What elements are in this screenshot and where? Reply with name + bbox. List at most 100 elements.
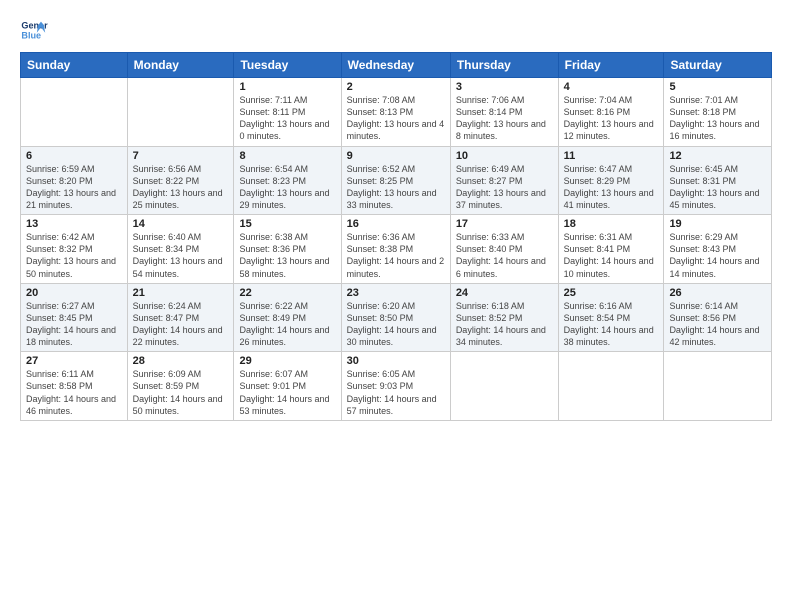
calendar-cell: 24Sunrise: 6:18 AM Sunset: 8:52 PM Dayli… (450, 283, 558, 352)
calendar-cell: 3Sunrise: 7:06 AM Sunset: 8:14 PM Daylig… (450, 78, 558, 147)
day-number: 2 (347, 81, 445, 93)
calendar-cell: 14Sunrise: 6:40 AM Sunset: 8:34 PM Dayli… (127, 215, 234, 284)
day-number: 14 (133, 218, 229, 230)
day-number: 11 (564, 150, 659, 162)
day-number: 27 (26, 355, 122, 367)
day-info: Sunrise: 7:08 AM Sunset: 8:13 PM Dayligh… (347, 94, 445, 143)
svg-text:Blue: Blue (21, 30, 41, 40)
day-number: 13 (26, 218, 122, 230)
calendar-cell: 10Sunrise: 6:49 AM Sunset: 8:27 PM Dayli… (450, 146, 558, 215)
day-info: Sunrise: 6:56 AM Sunset: 8:22 PM Dayligh… (133, 163, 229, 212)
day-number: 5 (669, 81, 766, 93)
calendar-cell: 13Sunrise: 6:42 AM Sunset: 8:32 PM Dayli… (21, 215, 128, 284)
day-number: 8 (239, 150, 335, 162)
calendar-cell (664, 352, 772, 421)
calendar-cell: 30Sunrise: 6:05 AM Sunset: 9:03 PM Dayli… (341, 352, 450, 421)
calendar-cell (450, 352, 558, 421)
day-number: 21 (133, 287, 229, 299)
day-info: Sunrise: 6:27 AM Sunset: 8:45 PM Dayligh… (26, 300, 122, 349)
calendar-cell: 28Sunrise: 6:09 AM Sunset: 8:59 PM Dayli… (127, 352, 234, 421)
calendar-cell: 21Sunrise: 6:24 AM Sunset: 8:47 PM Dayli… (127, 283, 234, 352)
header: General Blue (20, 16, 772, 44)
calendar-cell: 5Sunrise: 7:01 AM Sunset: 8:18 PM Daylig… (664, 78, 772, 147)
day-info: Sunrise: 7:01 AM Sunset: 8:18 PM Dayligh… (669, 94, 766, 143)
calendar-cell: 2Sunrise: 7:08 AM Sunset: 8:13 PM Daylig… (341, 78, 450, 147)
calendar-cell: 23Sunrise: 6:20 AM Sunset: 8:50 PM Dayli… (341, 283, 450, 352)
calendar-cell (558, 352, 664, 421)
day-info: Sunrise: 6:16 AM Sunset: 8:54 PM Dayligh… (564, 300, 659, 349)
day-info: Sunrise: 6:49 AM Sunset: 8:27 PM Dayligh… (456, 163, 553, 212)
day-info: Sunrise: 6:38 AM Sunset: 8:36 PM Dayligh… (239, 231, 335, 280)
day-number: 1 (239, 81, 335, 93)
day-info: Sunrise: 6:59 AM Sunset: 8:20 PM Dayligh… (26, 163, 122, 212)
day-info: Sunrise: 7:04 AM Sunset: 8:16 PM Dayligh… (564, 94, 659, 143)
calendar-cell: 1Sunrise: 7:11 AM Sunset: 8:11 PM Daylig… (234, 78, 341, 147)
calendar-cell: 4Sunrise: 7:04 AM Sunset: 8:16 PM Daylig… (558, 78, 664, 147)
day-info: Sunrise: 6:47 AM Sunset: 8:29 PM Dayligh… (564, 163, 659, 212)
day-number: 12 (669, 150, 766, 162)
calendar-cell: 6Sunrise: 6:59 AM Sunset: 8:20 PM Daylig… (21, 146, 128, 215)
day-info: Sunrise: 6:09 AM Sunset: 8:59 PM Dayligh… (133, 368, 229, 417)
day-number: 15 (239, 218, 335, 230)
day-info: Sunrise: 6:22 AM Sunset: 8:49 PM Dayligh… (239, 300, 335, 349)
day-info: Sunrise: 6:40 AM Sunset: 8:34 PM Dayligh… (133, 231, 229, 280)
calendar-cell: 12Sunrise: 6:45 AM Sunset: 8:31 PM Dayli… (664, 146, 772, 215)
day-number: 16 (347, 218, 445, 230)
weekday-header: Tuesday (234, 53, 341, 78)
calendar-cell: 26Sunrise: 6:14 AM Sunset: 8:56 PM Dayli… (664, 283, 772, 352)
calendar-cell: 16Sunrise: 6:36 AM Sunset: 8:38 PM Dayli… (341, 215, 450, 284)
weekday-header: Saturday (664, 53, 772, 78)
day-info: Sunrise: 7:06 AM Sunset: 8:14 PM Dayligh… (456, 94, 553, 143)
day-number: 10 (456, 150, 553, 162)
calendar-cell: 11Sunrise: 6:47 AM Sunset: 8:29 PM Dayli… (558, 146, 664, 215)
day-info: Sunrise: 6:31 AM Sunset: 8:41 PM Dayligh… (564, 231, 659, 280)
day-number: 17 (456, 218, 553, 230)
day-number: 9 (347, 150, 445, 162)
logo: General Blue (20, 16, 52, 44)
day-info: Sunrise: 6:33 AM Sunset: 8:40 PM Dayligh… (456, 231, 553, 280)
day-info: Sunrise: 6:54 AM Sunset: 8:23 PM Dayligh… (239, 163, 335, 212)
day-number: 26 (669, 287, 766, 299)
day-number: 23 (347, 287, 445, 299)
calendar-cell (21, 78, 128, 147)
calendar-cell: 27Sunrise: 6:11 AM Sunset: 8:58 PM Dayli… (21, 352, 128, 421)
day-number: 29 (239, 355, 335, 367)
page: General Blue SundayMondayTuesdayWednesda… (0, 0, 792, 612)
day-number: 6 (26, 150, 122, 162)
weekday-header: Friday (558, 53, 664, 78)
calendar-cell: 19Sunrise: 6:29 AM Sunset: 8:43 PM Dayli… (664, 215, 772, 284)
calendar-cell: 7Sunrise: 6:56 AM Sunset: 8:22 PM Daylig… (127, 146, 234, 215)
day-info: Sunrise: 6:05 AM Sunset: 9:03 PM Dayligh… (347, 368, 445, 417)
calendar-cell: 17Sunrise: 6:33 AM Sunset: 8:40 PM Dayli… (450, 215, 558, 284)
calendar-cell (127, 78, 234, 147)
weekday-header: Monday (127, 53, 234, 78)
day-number: 28 (133, 355, 229, 367)
logo-icon: General Blue (20, 16, 48, 44)
calendar-cell: 20Sunrise: 6:27 AM Sunset: 8:45 PM Dayli… (21, 283, 128, 352)
day-number: 4 (564, 81, 659, 93)
calendar-cell: 9Sunrise: 6:52 AM Sunset: 8:25 PM Daylig… (341, 146, 450, 215)
calendar-cell: 25Sunrise: 6:16 AM Sunset: 8:54 PM Dayli… (558, 283, 664, 352)
day-number: 30 (347, 355, 445, 367)
day-info: Sunrise: 6:11 AM Sunset: 8:58 PM Dayligh… (26, 368, 122, 417)
day-info: Sunrise: 6:42 AM Sunset: 8:32 PM Dayligh… (26, 231, 122, 280)
day-info: Sunrise: 6:18 AM Sunset: 8:52 PM Dayligh… (456, 300, 553, 349)
calendar-cell: 22Sunrise: 6:22 AM Sunset: 8:49 PM Dayli… (234, 283, 341, 352)
day-info: Sunrise: 6:14 AM Sunset: 8:56 PM Dayligh… (669, 300, 766, 349)
day-info: Sunrise: 6:52 AM Sunset: 8:25 PM Dayligh… (347, 163, 445, 212)
day-number: 22 (239, 287, 335, 299)
day-number: 19 (669, 218, 766, 230)
day-number: 3 (456, 81, 553, 93)
calendar-cell: 29Sunrise: 6:07 AM Sunset: 9:01 PM Dayli… (234, 352, 341, 421)
day-info: Sunrise: 6:07 AM Sunset: 9:01 PM Dayligh… (239, 368, 335, 417)
day-info: Sunrise: 7:11 AM Sunset: 8:11 PM Dayligh… (239, 94, 335, 143)
day-info: Sunrise: 6:20 AM Sunset: 8:50 PM Dayligh… (347, 300, 445, 349)
calendar-cell: 15Sunrise: 6:38 AM Sunset: 8:36 PM Dayli… (234, 215, 341, 284)
day-number: 25 (564, 287, 659, 299)
calendar-cell: 8Sunrise: 6:54 AM Sunset: 8:23 PM Daylig… (234, 146, 341, 215)
day-number: 24 (456, 287, 553, 299)
day-info: Sunrise: 6:36 AM Sunset: 8:38 PM Dayligh… (347, 231, 445, 280)
day-info: Sunrise: 6:24 AM Sunset: 8:47 PM Dayligh… (133, 300, 229, 349)
calendar-cell: 18Sunrise: 6:31 AM Sunset: 8:41 PM Dayli… (558, 215, 664, 284)
calendar: SundayMondayTuesdayWednesdayThursdayFrid… (20, 52, 772, 421)
